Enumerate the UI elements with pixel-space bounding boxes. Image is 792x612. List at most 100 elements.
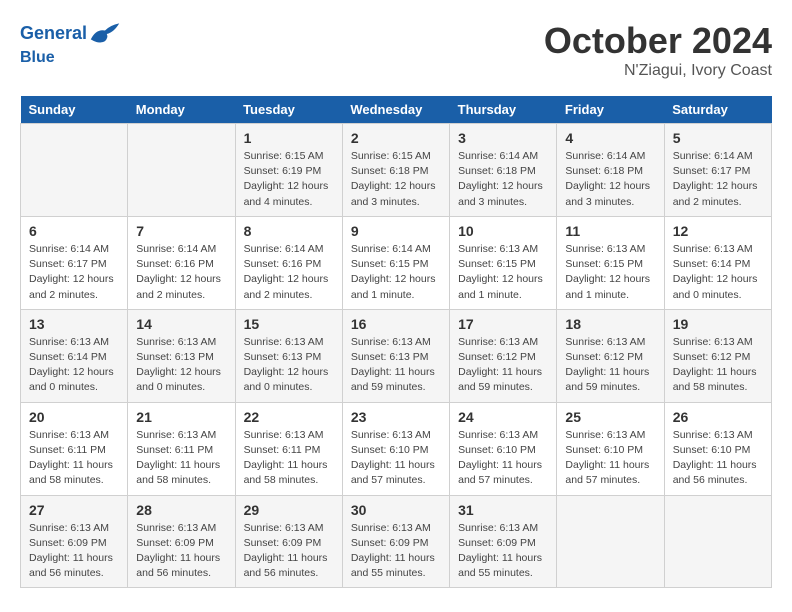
month-title: October 2024 — [544, 20, 772, 62]
calendar-cell: 12 Sunrise: 6:13 AM Sunset: 6:14 PM Dayli… — [664, 216, 771, 309]
calendar-cell: 31Sunrise: 6:13 AM Sunset: 6:09 PM Dayli… — [450, 495, 557, 588]
day-info: Sunrise: 6:14 AM Sunset: 6:16 PM Dayligh… — [136, 242, 226, 303]
day-info: Sunrise: 6:15 AM Sunset: 6:19 PM Dayligh… — [244, 149, 334, 210]
week-row-4: 20 Sunrise: 6:13 AM Sunset: 6:11 PM Dayli… — [21, 402, 772, 495]
calendar-cell: 28Sunrise: 6:13 AM Sunset: 6:09 PM Dayli… — [128, 495, 235, 588]
calendar-cell: 11Sunrise: 6:13 AM Sunset: 6:15 PM Dayli… — [557, 216, 664, 309]
day-number: 8 — [244, 223, 334, 239]
day-info: Sunrise: 6:13 AM Sunset: 6:13 PM Dayligh… — [244, 335, 334, 396]
day-info: Sunrise: 6:13 AM Sunset: 6:15 PM Dayligh… — [458, 242, 548, 303]
calendar-cell: 7Sunrise: 6:14 AM Sunset: 6:16 PM Daylig… — [128, 216, 235, 309]
day-info: Sunrise: 6:14 AM Sunset: 6:16 PM Dayligh… — [244, 242, 334, 303]
week-row-1: 1 Sunrise: 6:15 AM Sunset: 6:19 PM Daylig… — [21, 124, 772, 217]
logo: General Blue — [20, 20, 121, 67]
day-number: 4 — [565, 130, 655, 146]
day-info: Sunrise: 6:14 AM Sunset: 6:18 PM Dayligh… — [458, 149, 548, 210]
day-number: 22 — [244, 409, 334, 425]
day-info: Sunrise: 6:13 AM Sunset: 6:14 PM Dayligh… — [673, 242, 763, 303]
day-number: 11 — [565, 223, 655, 239]
week-row-5: 27 Sunrise: 6:13 AM Sunset: 6:09 PM Dayli… — [21, 495, 772, 588]
day-info: Sunrise: 6:13 AM Sunset: 6:09 PM Dayligh… — [136, 521, 226, 582]
calendar-cell: 13 Sunrise: 6:13 AM Sunset: 6:14 PM Dayli… — [21, 309, 128, 402]
calendar-cell: 24Sunrise: 6:13 AM Sunset: 6:10 PM Dayli… — [450, 402, 557, 495]
calendar-cell: 14 Sunrise: 6:13 AM Sunset: 6:13 PM Dayli… — [128, 309, 235, 402]
calendar-cell: 2Sunrise: 6:15 AM Sunset: 6:18 PM Daylig… — [342, 124, 449, 217]
day-number: 13 — [29, 316, 119, 332]
header-row: SundayMondayTuesdayWednesdayThursdayFrid… — [21, 96, 772, 124]
calendar-cell: 4 Sunrise: 6:14 AM Sunset: 6:18 PM Daylig… — [557, 124, 664, 217]
col-header-sunday: Sunday — [21, 96, 128, 124]
day-info: Sunrise: 6:14 AM Sunset: 6:17 PM Dayligh… — [673, 149, 763, 210]
calendar-cell: 26 Sunrise: 6:13 AM Sunset: 6:10 PM Dayli… — [664, 402, 771, 495]
day-info: Sunrise: 6:13 AM Sunset: 6:11 PM Dayligh… — [244, 428, 334, 489]
day-info: Sunrise: 6:13 AM Sunset: 6:13 PM Dayligh… — [136, 335, 226, 396]
col-header-monday: Monday — [128, 96, 235, 124]
calendar-cell: 22 Sunrise: 6:13 AM Sunset: 6:11 PM Dayli… — [235, 402, 342, 495]
calendar-cell — [557, 495, 664, 588]
day-number: 26 — [673, 409, 763, 425]
calendar-cell: 19 Sunrise: 6:13 AM Sunset: 6:12 PM Dayli… — [664, 309, 771, 402]
calendar-cell: 27Sunrise: 6:13 AM Sunset: 6:09 PM Dayli… — [21, 495, 128, 588]
day-number: 1 — [244, 130, 334, 146]
day-info: Sunrise: 6:13 AM Sunset: 6:12 PM Dayligh… — [673, 335, 763, 396]
title-block: October 2024 N'Ziagui, Ivory Coast — [544, 20, 772, 80]
day-number: 25 — [565, 409, 655, 425]
day-info: Sunrise: 6:13 AM Sunset: 6:14 PM Dayligh… — [29, 335, 119, 396]
day-number: 14 — [136, 316, 226, 332]
week-row-2: 6Sunrise: 6:14 AM Sunset: 6:17 PM Daylig… — [21, 216, 772, 309]
logo-bird-icon — [89, 20, 121, 48]
day-number: 15 — [244, 316, 334, 332]
logo-text: General — [20, 23, 87, 45]
day-info: Sunrise: 6:13 AM Sunset: 6:11 PM Dayligh… — [29, 428, 119, 489]
day-info: Sunrise: 6:13 AM Sunset: 6:12 PM Dayligh… — [458, 335, 548, 396]
calendar-cell: 21Sunrise: 6:13 AM Sunset: 6:11 PM Dayli… — [128, 402, 235, 495]
day-info: Sunrise: 6:13 AM Sunset: 6:10 PM Dayligh… — [673, 428, 763, 489]
calendar-cell: 10 Sunrise: 6:13 AM Sunset: 6:15 PM Dayli… — [450, 216, 557, 309]
calendar-cell: 25Sunrise: 6:13 AM Sunset: 6:10 PM Dayli… — [557, 402, 664, 495]
calendar-cell: 5 Sunrise: 6:14 AM Sunset: 6:17 PM Daylig… — [664, 124, 771, 217]
day-number: 9 — [351, 223, 441, 239]
day-number: 24 — [458, 409, 548, 425]
calendar-cell: 8 Sunrise: 6:14 AM Sunset: 6:16 PM Daylig… — [235, 216, 342, 309]
day-info: Sunrise: 6:13 AM Sunset: 6:13 PM Dayligh… — [351, 335, 441, 396]
day-info: Sunrise: 6:14 AM Sunset: 6:17 PM Dayligh… — [29, 242, 119, 303]
day-number: 12 — [673, 223, 763, 239]
day-info: Sunrise: 6:13 AM Sunset: 6:09 PM Dayligh… — [351, 521, 441, 582]
week-row-3: 13 Sunrise: 6:13 AM Sunset: 6:14 PM Dayli… — [21, 309, 772, 402]
day-info: Sunrise: 6:13 AM Sunset: 6:12 PM Dayligh… — [565, 335, 655, 396]
col-header-friday: Friday — [557, 96, 664, 124]
day-number: 29 — [244, 502, 334, 518]
col-header-tuesday: Tuesday — [235, 96, 342, 124]
calendar-cell: 18 Sunrise: 6:13 AM Sunset: 6:12 PM Dayli… — [557, 309, 664, 402]
day-number: 20 — [29, 409, 119, 425]
day-info: Sunrise: 6:14 AM Sunset: 6:15 PM Dayligh… — [351, 242, 441, 303]
calendar-cell: 30 Sunrise: 6:13 AM Sunset: 6:09 PM Dayli… — [342, 495, 449, 588]
calendar-cell — [21, 124, 128, 217]
calendar-cell: 17 Sunrise: 6:13 AM Sunset: 6:12 PM Dayli… — [450, 309, 557, 402]
day-number: 17 — [458, 316, 548, 332]
day-number: 18 — [565, 316, 655, 332]
calendar-cell: 3 Sunrise: 6:14 AM Sunset: 6:18 PM Daylig… — [450, 124, 557, 217]
day-number: 5 — [673, 130, 763, 146]
day-info: Sunrise: 6:13 AM Sunset: 6:09 PM Dayligh… — [244, 521, 334, 582]
day-number: 30 — [351, 502, 441, 518]
logo-subtext: Blue — [20, 48, 121, 67]
day-number: 19 — [673, 316, 763, 332]
calendar-cell: 29 Sunrise: 6:13 AM Sunset: 6:09 PM Dayli… — [235, 495, 342, 588]
day-number: 21 — [136, 409, 226, 425]
day-number: 31 — [458, 502, 548, 518]
calendar-cell — [664, 495, 771, 588]
col-header-saturday: Saturday — [664, 96, 771, 124]
day-number: 16 — [351, 316, 441, 332]
day-info: Sunrise: 6:14 AM Sunset: 6:18 PM Dayligh… — [565, 149, 655, 210]
page-header: General Blue October 2024 N'Ziagui, Ivor… — [20, 20, 772, 80]
calendar-table: SundayMondayTuesdayWednesdayThursdayFrid… — [20, 96, 772, 588]
calendar-cell: 1 Sunrise: 6:15 AM Sunset: 6:19 PM Daylig… — [235, 124, 342, 217]
day-info: Sunrise: 6:13 AM Sunset: 6:10 PM Dayligh… — [351, 428, 441, 489]
day-number: 3 — [458, 130, 548, 146]
day-number: 27 — [29, 502, 119, 518]
day-info: Sunrise: 6:15 AM Sunset: 6:18 PM Dayligh… — [351, 149, 441, 210]
day-number: 10 — [458, 223, 548, 239]
calendar-cell: 16 Sunrise: 6:13 AM Sunset: 6:13 PM Dayli… — [342, 309, 449, 402]
day-number: 23 — [351, 409, 441, 425]
